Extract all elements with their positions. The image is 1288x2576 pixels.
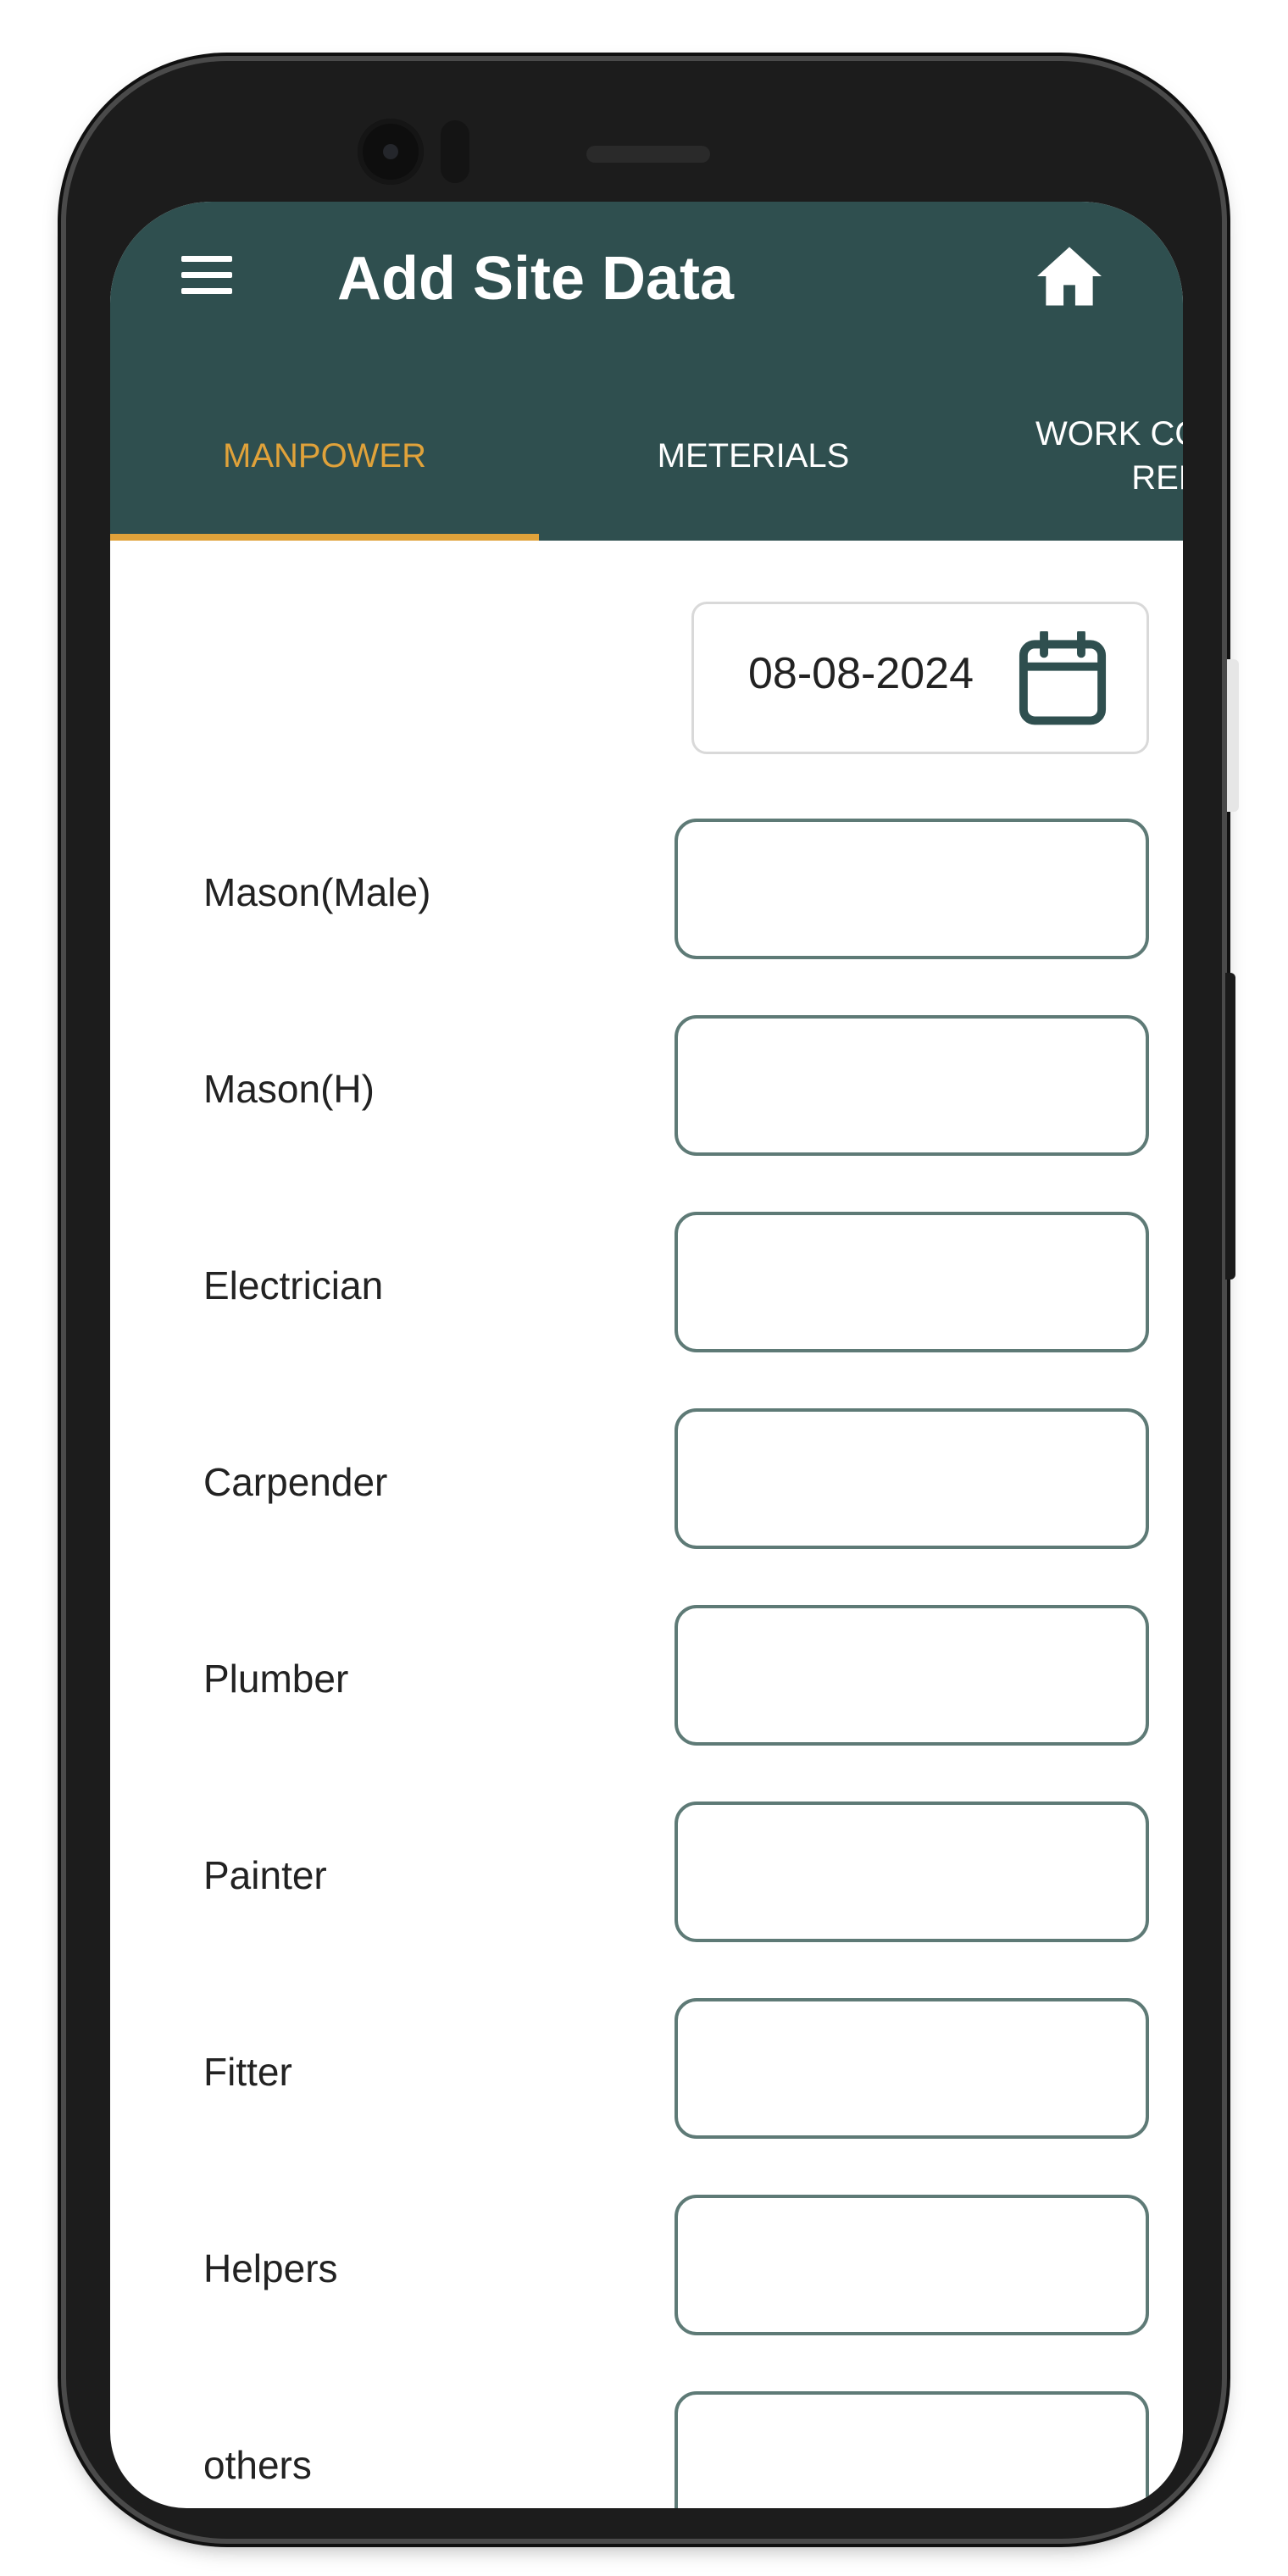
tab-work-completion-report[interactable]: WORK CO REP [968,371,1183,541]
helpers-input[interactable] [675,2195,1149,2335]
tab-bar: MANPOWER METERIALS WORK CO REP [110,371,1183,541]
field-label: Plumber [203,1657,349,1701]
plumber-input[interactable] [675,1605,1149,1746]
proximity-sensor [441,120,469,183]
field-label: Mason(Male) [203,870,431,914]
field-label: others [203,2443,312,2487]
mason-h-input[interactable] [675,1015,1149,1156]
others-input[interactable] [675,2391,1149,2508]
field-row-painter: Painter [110,1802,1183,1944]
field-row-helpers: Helpers [110,2195,1183,2337]
app-screen: Add Site Data MANPOWER METERIALS WORK CO… [110,202,1183,2508]
field-label: Fitter [203,2050,292,2094]
field-row-plumber: Plumber [110,1605,1183,1747]
power-button [1225,973,1235,1280]
electrician-input[interactable] [675,1212,1149,1352]
painter-input[interactable] [675,1802,1149,1942]
field-row-mason-male: Mason(Male) [110,819,1183,961]
hamburger-menu-icon[interactable] [181,256,232,294]
home-icon[interactable] [1034,244,1105,308]
field-row-electrician: Electrician [110,1212,1183,1354]
earpiece-speaker [586,146,710,163]
field-row-carpender: Carpender [110,1408,1183,1551]
field-label: Painter [203,1853,327,1897]
field-row-others: others [110,2391,1183,2508]
date-picker[interactable]: 08-08-2024 [691,602,1149,754]
carpender-input[interactable] [675,1408,1149,1549]
volume-button [1227,659,1239,812]
tab-meterials[interactable]: METERIALS [539,371,968,541]
tab-manpower[interactable]: MANPOWER [110,371,539,541]
date-value: 08-08-2024 [748,649,974,698]
field-row-mason-h: Mason(H) [110,1015,1183,1158]
fitter-input[interactable] [675,1998,1149,2139]
phone-frame: Add Site Data MANPOWER METERIALS WORK CO… [66,61,1239,2539]
field-label: Carpender [203,1460,388,1504]
app-bar: Add Site Data [110,202,1183,371]
field-row-fitter: Fitter [110,1998,1183,2140]
field-label: Electrician [203,1263,384,1307]
calendar-icon[interactable] [1016,631,1109,726]
page-title: Add Site Data [337,245,735,313]
front-camera [358,119,424,185]
field-label: Helpers [203,2246,338,2290]
active-tab-indicator [110,534,539,541]
field-label: Mason(H) [203,1067,375,1111]
mason-male-input[interactable] [675,819,1149,959]
